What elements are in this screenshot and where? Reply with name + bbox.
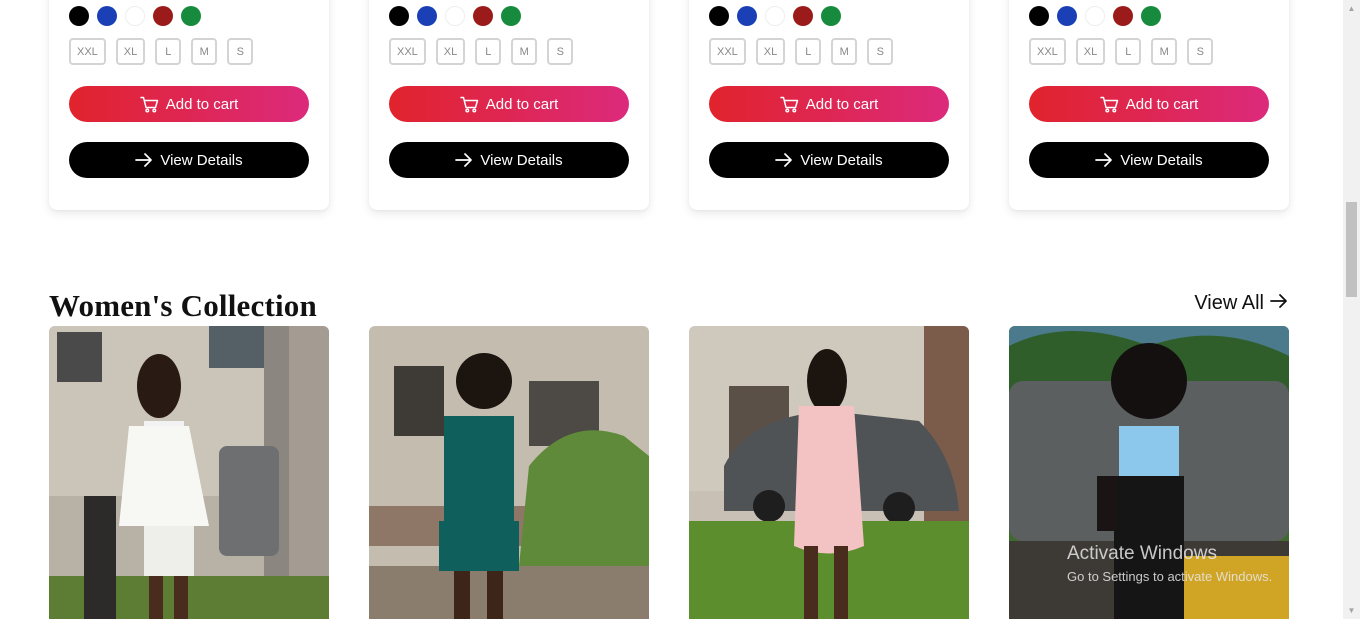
color-swatch[interactable] — [821, 6, 841, 26]
color-swatch[interactable] — [97, 6, 117, 26]
cart-icon — [459, 96, 479, 113]
add-to-cart-label: Add to cart — [805, 95, 879, 113]
size-option[interactable]: S — [867, 38, 894, 65]
arrow-right-icon — [1270, 292, 1288, 315]
size-options: XXL XL L M S — [389, 38, 574, 65]
color-swatches — [389, 6, 521, 26]
color-swatch[interactable] — [1085, 6, 1105, 26]
color-swatch[interactable] — [473, 6, 493, 26]
color-swatch[interactable] — [709, 6, 729, 26]
color-swatch[interactable] — [389, 6, 409, 26]
arrow-right-icon — [1095, 153, 1113, 167]
size-option[interactable]: S — [1187, 38, 1214, 65]
view-details-label: View Details — [160, 151, 243, 169]
size-option[interactable]: XL — [755, 38, 786, 65]
size-options: XXL XL L M S — [1029, 38, 1214, 65]
view-all-label: View All — [1194, 292, 1264, 314]
size-option[interactable]: XL — [115, 38, 146, 65]
arrow-right-icon — [135, 153, 153, 167]
color-swatch[interactable] — [1029, 6, 1049, 26]
color-swatches — [69, 6, 201, 26]
add-to-cart-label: Add to cart — [485, 95, 559, 113]
product-image[interactable] — [49, 326, 329, 619]
color-swatch[interactable] — [765, 6, 785, 26]
view-details-label: View Details — [480, 151, 563, 169]
cart-icon — [779, 96, 799, 113]
add-to-cart-label: Add to cart — [165, 95, 239, 113]
size-option[interactable]: L — [795, 38, 822, 65]
size-option[interactable]: S — [547, 38, 574, 65]
color-swatch[interactable] — [1057, 6, 1077, 26]
color-swatch[interactable] — [793, 6, 813, 26]
product-card: XXL XL L M S Add to cart View Details — [369, 0, 649, 210]
color-swatch[interactable] — [445, 6, 465, 26]
arrow-right-icon — [775, 153, 793, 167]
size-option[interactable]: XXL — [389, 38, 426, 65]
add-to-cart-label: Add to cart — [1125, 95, 1199, 113]
color-swatches — [1029, 6, 1161, 26]
size-option[interactable]: M — [191, 38, 218, 65]
product-image[interactable] — [1009, 326, 1289, 619]
size-option[interactable]: S — [227, 38, 254, 65]
arrow-right-icon — [455, 153, 473, 167]
size-option[interactable]: XXL — [709, 38, 746, 65]
add-to-cart-button[interactable]: Add to cart — [69, 86, 309, 122]
add-to-cart-button[interactable]: Add to cart — [709, 86, 949, 122]
color-swatch[interactable] — [69, 6, 89, 26]
size-option[interactable]: M — [831, 38, 858, 65]
product-cards-row: XXL XL L M S Add to cart View Details XXL XL L M S… — [49, 0, 1289, 210]
size-option[interactable]: L — [155, 38, 182, 65]
size-option[interactable]: XXL — [1029, 38, 1066, 65]
color-swatches — [709, 6, 841, 26]
size-option[interactable]: XL — [1075, 38, 1106, 65]
add-to-cart-button[interactable]: Add to cart — [1029, 86, 1269, 122]
size-option[interactable]: M — [511, 38, 538, 65]
section-title: Women's Collection — [49, 288, 317, 323]
scrollbar[interactable]: ▲ ▼ — [1343, 0, 1360, 619]
view-details-label: View Details — [1120, 151, 1203, 169]
color-swatch[interactable] — [417, 6, 437, 26]
add-to-cart-button[interactable]: Add to cart — [389, 86, 629, 122]
size-option[interactable]: XL — [435, 38, 466, 65]
color-swatch[interactable] — [181, 6, 201, 26]
color-swatch[interactable] — [1141, 6, 1161, 26]
scroll-up-arrow-icon[interactable]: ▲ — [1343, 0, 1360, 17]
color-swatch[interactable] — [737, 6, 757, 26]
view-all-link[interactable]: View All — [1194, 292, 1288, 315]
product-card: XXL XL L M S Add to cart View Details — [49, 0, 329, 210]
color-swatch[interactable] — [501, 6, 521, 26]
view-details-button[interactable]: View Details — [69, 142, 309, 178]
size-option[interactable]: M — [1151, 38, 1178, 65]
product-image[interactable] — [369, 326, 649, 619]
scroll-down-arrow-icon[interactable]: ▼ — [1343, 602, 1360, 619]
product-image[interactable] — [689, 326, 969, 619]
cart-icon — [139, 96, 159, 113]
size-options: XXL XL L M S — [709, 38, 894, 65]
product-card: XXL XL L M S Add to cart View Details — [1009, 0, 1289, 210]
size-option[interactable]: L — [475, 38, 502, 65]
view-details-button[interactable]: View Details — [1029, 142, 1269, 178]
size-options: XXL XL L M S — [69, 38, 254, 65]
view-details-button[interactable]: View Details — [709, 142, 949, 178]
color-swatch[interactable] — [1113, 6, 1133, 26]
color-swatch[interactable] — [153, 6, 173, 26]
view-details-button[interactable]: View Details — [389, 142, 629, 178]
scroll-thumb[interactable] — [1346, 202, 1357, 297]
size-option[interactable]: L — [1115, 38, 1142, 65]
cart-icon — [1099, 96, 1119, 113]
size-option[interactable]: XXL — [69, 38, 106, 65]
color-swatch[interactable] — [125, 6, 145, 26]
product-card: XXL XL L M S Add to cart View Details — [689, 0, 969, 210]
view-details-label: View Details — [800, 151, 883, 169]
